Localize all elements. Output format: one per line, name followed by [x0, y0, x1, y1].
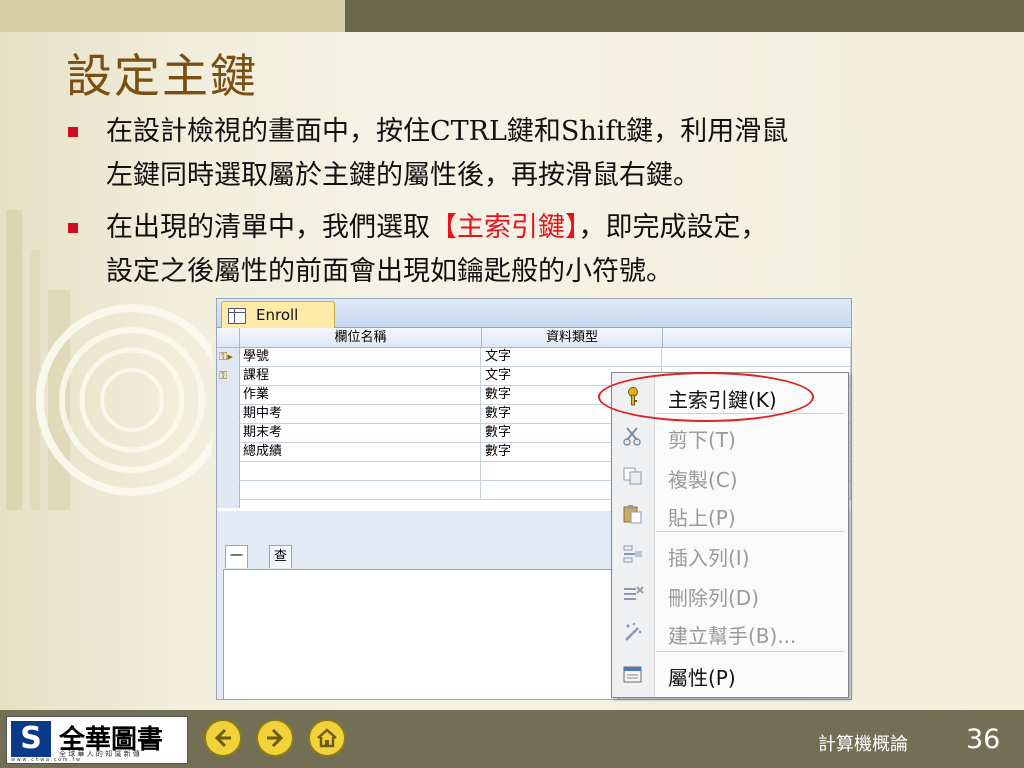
home-icon — [317, 728, 337, 748]
bullet-2-line-1: 在出現的清單中，我們選取【主索引鍵】，即完成設定， — [106, 206, 986, 250]
field-name-cell[interactable]: 總成績 — [239, 443, 481, 461]
header-field-name: 欄位名稱 — [240, 328, 482, 348]
menu-item-paste[interactable]: 貼上(P) — [612, 495, 848, 533]
bullet-1-line-1: 在設計檢視的畫面中，按住CTRL鍵和Shift鍵，利用滑鼠 — [106, 116, 789, 147]
menu-item-properties[interactable]: 屬性(P) — [612, 655, 848, 693]
document-tab-bar: Enroll — [217, 299, 851, 329]
property-panel — [223, 569, 619, 699]
menu-item-label: 插入列(I) — [668, 546, 750, 570]
publisher-logo: S 全華圖書 全 球 華 人 的 知 識 新 傳 w w w . c h w a… — [6, 716, 188, 764]
menu-item-label: 屬性(P) — [668, 666, 736, 690]
logo-url: w w w . c h w a . c o m . t w — [11, 757, 81, 763]
menu-item-label: 建立幫手(B)... — [668, 624, 797, 648]
paste-icon — [622, 504, 644, 524]
data-type-cell[interactable]: 文字 — [481, 348, 662, 366]
menu-item-wand[interactable]: 建立幫手(B)... — [612, 613, 848, 651]
home-button[interactable] — [308, 719, 346, 757]
primary-key-icon: ⚿ — [219, 369, 228, 382]
prev-slide-button[interactable] — [204, 719, 242, 757]
field-name-cell[interactable]: 課程 — [239, 367, 481, 385]
arrow-left-icon — [214, 728, 231, 748]
field-name-cell[interactable]: 期末考 — [239, 424, 481, 442]
next-slide-button[interactable] — [256, 719, 294, 757]
menu-item-label: 複製(C) — [668, 468, 738, 492]
menu-item-scissors[interactable]: 剪下(T) — [612, 417, 848, 455]
delete-row-icon — [622, 584, 644, 604]
copy-icon — [622, 466, 644, 486]
tab-general[interactable]: 一般 — [225, 545, 249, 586]
field-name-cell[interactable] — [239, 462, 481, 480]
top-band-left — [0, 0, 345, 32]
bullet-2-pre: 在出現的清單中，我們選取 — [106, 212, 430, 243]
field-name-cell[interactable]: 作業 — [239, 386, 481, 404]
bullet-marker — [68, 223, 78, 233]
properties-icon — [622, 664, 644, 684]
page-number: 36 — [966, 724, 1001, 755]
bullet-2-highlight: 【主索引鍵】 — [430, 212, 579, 243]
menu-item-delete-row[interactable]: 刪除列(D) — [612, 575, 848, 613]
insert-row-icon — [622, 544, 644, 564]
course-name: 計算機概論 — [818, 734, 908, 755]
menu-item-insert-row[interactable]: 插入列(I) — [612, 535, 848, 573]
primary-key-icon: ⚿▸ — [219, 350, 233, 363]
table-tab-label: Enroll — [256, 306, 299, 324]
bullet-2-post: ，即完成設定， — [578, 212, 768, 243]
tab-lookup[interactable]: 查閱 — [269, 545, 293, 586]
menu-item-label: 刪除列(D) — [668, 586, 760, 610]
menu-item-label: 剪下(T) — [668, 428, 736, 452]
bullet-1-text: 在設計檢視的畫面中，按住CTRL鍵和Shift鍵，利用滑鼠 左鍵同時選取屬於主鍵… — [106, 110, 986, 198]
menu-item-label: 貼上(P) — [668, 506, 736, 530]
select-all-corner[interactable] — [217, 328, 240, 348]
arrow-right-icon — [267, 728, 284, 748]
header-description — [663, 328, 851, 348]
table-tab-enroll[interactable]: Enroll — [221, 301, 335, 329]
menu-separator — [656, 651, 844, 652]
decorative-rings — [36, 304, 212, 496]
wand-icon — [622, 622, 644, 642]
bullet-marker — [68, 127, 78, 137]
header-data-type: 資料類型 — [482, 328, 663, 348]
highlight-ellipse — [598, 372, 814, 422]
field-name-cell[interactable]: 學號 — [239, 348, 481, 366]
table-row[interactable]: 學號 文字 — [239, 348, 851, 367]
slide-title: 設定主鍵 — [66, 49, 258, 103]
description-cell[interactable] — [662, 348, 851, 366]
field-name-cell[interactable] — [239, 481, 481, 499]
logo-mark-icon: S — [11, 721, 51, 757]
bullet-2-text: 在出現的清單中，我們選取【主索引鍵】，即完成設定， 設定之後屬性的前面會出現如鑰… — [106, 206, 986, 294]
bullet-1-line-2: 左鍵同時選取屬於主鍵的屬性後，再按滑鼠右鍵。 — [106, 160, 700, 191]
field-name-cell[interactable]: 期中考 — [239, 405, 481, 423]
scissors-icon — [622, 426, 644, 446]
menu-separator — [656, 531, 844, 532]
table-icon — [228, 308, 246, 324]
menu-item-copy[interactable]: 複製(C) — [612, 457, 848, 495]
bullet-2-line-2: 設定之後屬性的前面會出現如鑰匙般的小符號。 — [106, 256, 673, 287]
top-band-right — [345, 0, 1024, 32]
